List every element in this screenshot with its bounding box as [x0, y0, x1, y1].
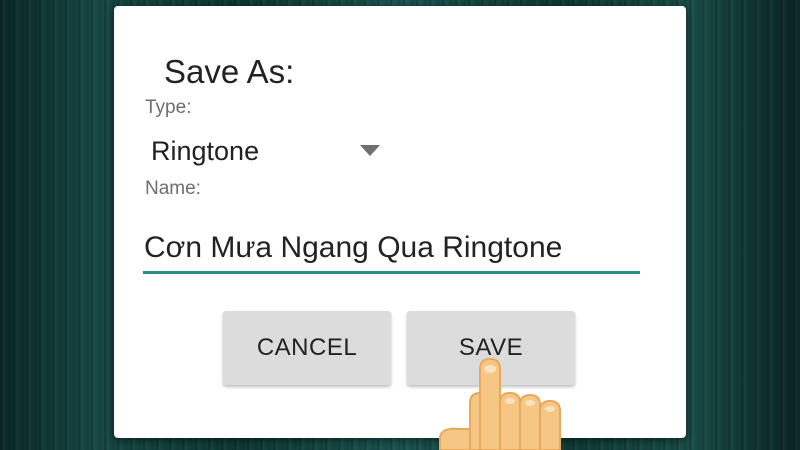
dropdown-arrow-icon: [360, 145, 380, 156]
dialog-title: Save As:: [164, 53, 295, 90]
save-as-dialog: Save As: Type: Ringtone Name: CANCEL SAV…: [114, 6, 686, 438]
save-button[interactable]: SAVE: [407, 311, 575, 385]
type-dropdown-value: Ringtone: [151, 136, 260, 166]
name-label: Name:: [145, 178, 201, 199]
name-field[interactable]: [143, 224, 640, 274]
type-dropdown[interactable]: Ringtone: [144, 130, 394, 170]
type-label: Type:: [145, 97, 192, 118]
cancel-button[interactable]: CANCEL: [223, 311, 391, 385]
